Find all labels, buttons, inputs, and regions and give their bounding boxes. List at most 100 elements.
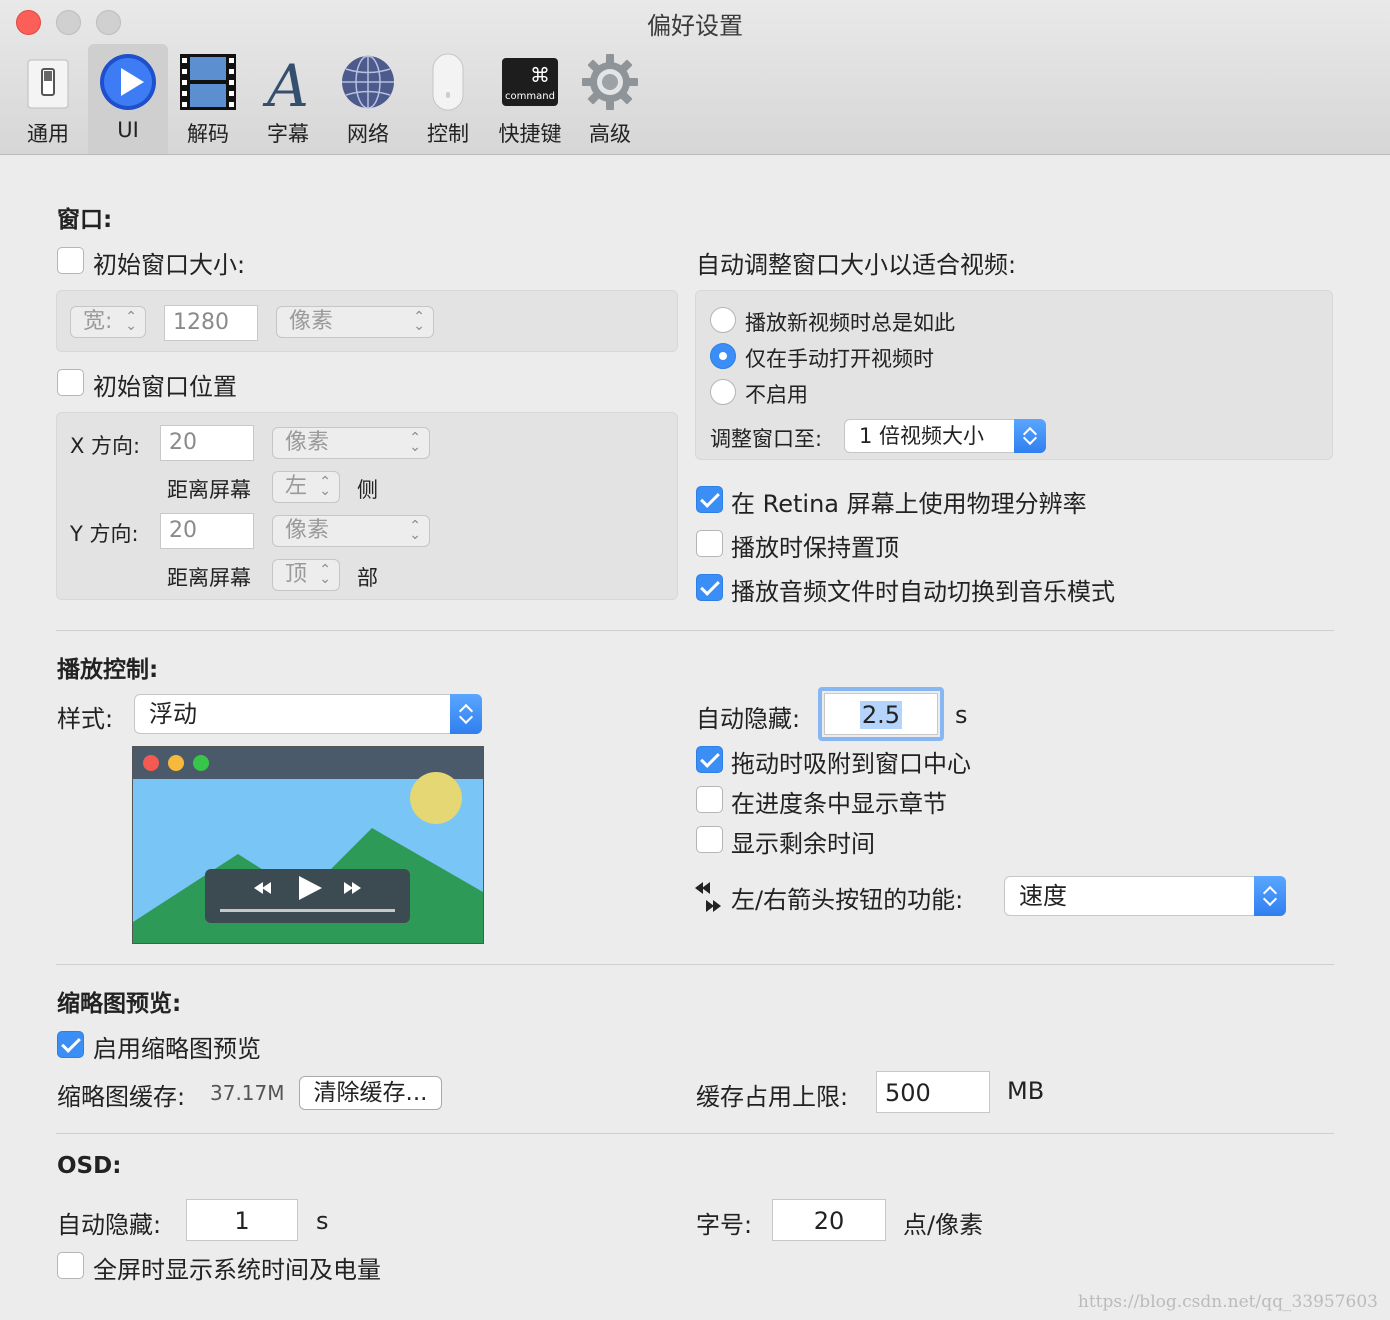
film-icon xyxy=(180,54,236,110)
x-side-select[interactable]: 左 ⌃ ⌄ xyxy=(272,471,340,503)
tab-shortcuts[interactable]: ⌘ command 快捷键 xyxy=(490,44,570,154)
osd-autohide-unit: s xyxy=(316,1207,329,1235)
osd-autohide-input[interactable]: 1 xyxy=(186,1199,298,1241)
y-side-select[interactable]: 顶 ⌃ ⌄ xyxy=(272,559,340,591)
show-chapters-label: 在进度条中显示章节 xyxy=(731,790,947,818)
y-position-input[interactable]: 20 xyxy=(160,513,254,549)
tab-ui[interactable]: UI xyxy=(88,44,168,154)
updown-chevron-icon: ⌃ ⌄ xyxy=(409,430,421,455)
resize-to-label: 调整窗口至: xyxy=(710,427,823,451)
title-bar: 偏好设置 通用 UI 解码 A 字幕 网络 控制 ⌘ command 快捷键 高… xyxy=(0,0,1390,155)
updown-chevron-icon: ⌃ ⌄ xyxy=(319,562,331,587)
updown-chevron-icon xyxy=(1254,876,1286,916)
osd-font-size-label: 字号: xyxy=(696,1211,753,1239)
fullscreen-clock-checkbox[interactable] xyxy=(57,1252,84,1279)
enable-thumbnail-label: 启用缩略图预览 xyxy=(93,1035,261,1063)
y-unit-select[interactable]: 像素 ⌃ ⌄ xyxy=(272,515,430,547)
initial-size-label: 初始窗口大小: xyxy=(93,251,246,279)
osd-font-size-unit: 点/像素 xyxy=(903,1211,984,1239)
divider xyxy=(56,1133,1334,1134)
cache-limit-unit: MB xyxy=(1007,1077,1045,1105)
y-from-label: 距离屏幕 xyxy=(167,566,251,590)
cache-limit-label: 缓存占用上限: xyxy=(696,1083,849,1111)
command-key-icon: ⌘ command xyxy=(502,58,558,106)
gear-icon xyxy=(582,54,638,110)
command-key-text: command xyxy=(505,91,555,102)
initial-size-checkbox[interactable] xyxy=(57,247,84,274)
radio-always-label: 播放新视频时总是如此 xyxy=(745,311,955,335)
radio-always[interactable] xyxy=(710,307,736,333)
font-icon: A xyxy=(262,52,309,112)
updown-chevron-icon xyxy=(450,694,482,734)
style-select[interactable]: 浮动 xyxy=(134,694,482,734)
x-direction-label: X 方向: xyxy=(70,434,141,458)
switch-icon xyxy=(27,59,69,109)
thumbnail-cache-size: 37.17M xyxy=(210,1081,285,1105)
x-unit-value: 像素 xyxy=(285,430,330,455)
divider xyxy=(56,630,1334,631)
osd-font-size-input[interactable]: 20 xyxy=(772,1199,886,1241)
updown-chevron-icon: ⌃ ⌄ xyxy=(319,474,331,499)
divider xyxy=(56,964,1334,965)
clear-cache-button[interactable]: 清除缓存... xyxy=(299,1076,442,1110)
initial-width-input[interactable]: 1280 xyxy=(164,305,258,341)
updown-chevron-icon: ⌃ ⌄ xyxy=(413,309,425,334)
y-direction-label: Y 方向: xyxy=(70,522,139,546)
radio-manual-open[interactable] xyxy=(710,343,736,369)
osd-heading: OSD: xyxy=(57,1153,122,1179)
y-unit-value: 像素 xyxy=(285,518,330,543)
initial-position-checkbox[interactable] xyxy=(57,369,84,396)
x-side-value: 左 xyxy=(285,474,308,499)
arrow-function-select[interactable]: 速度 xyxy=(1004,876,1286,916)
tab-network[interactable]: 网络 xyxy=(328,44,408,154)
show-chapters-checkbox[interactable] xyxy=(696,786,723,813)
x-suffix-label: 侧 xyxy=(357,478,378,502)
radio-disabled[interactable] xyxy=(710,379,736,405)
initial-position-label: 初始窗口位置 xyxy=(93,373,237,401)
tab-subtitles[interactable]: A 字幕 xyxy=(248,44,328,154)
size-unit-select[interactable]: 像素 ⌃ ⌄ xyxy=(276,306,434,338)
playback-heading: 播放控制: xyxy=(57,657,159,683)
cache-limit-input[interactable]: 500 xyxy=(876,1071,990,1113)
keep-on-top-checkbox[interactable] xyxy=(696,530,723,557)
music-mode-label: 播放音频文件时自动切换到音乐模式 xyxy=(731,578,1115,606)
window-heading: 窗口: xyxy=(57,207,113,233)
keep-on-top-label: 播放时保持置顶 xyxy=(731,534,899,562)
updown-chevron-icon: ⌃ ⌄ xyxy=(125,309,137,334)
tab-general[interactable]: 通用 xyxy=(8,44,88,154)
tab-label: 高级 xyxy=(589,122,631,146)
command-symbol: ⌘ xyxy=(530,63,550,87)
auto-resize-label: 自动调整窗口大小以适合视频: xyxy=(696,251,1017,279)
retina-checkbox[interactable] xyxy=(696,486,723,513)
osc-preview-image xyxy=(132,746,484,944)
dimension-select-value: 宽: xyxy=(83,309,113,334)
arrow-function-value: 速度 xyxy=(1019,882,1067,910)
tab-advanced[interactable]: 高级 xyxy=(570,44,650,154)
remaining-time-checkbox[interactable] xyxy=(696,826,723,853)
snap-center-checkbox[interactable] xyxy=(696,746,723,773)
globe-icon xyxy=(342,55,394,109)
watermark: https://blog.csdn.net/qq_33957603 xyxy=(1077,1292,1378,1312)
updown-chevron-icon: ⌃ ⌄ xyxy=(409,518,421,543)
enable-thumbnail-checkbox[interactable] xyxy=(57,1031,84,1058)
osc-autohide-unit: s xyxy=(955,701,968,729)
radio-disabled-label: 不启用 xyxy=(745,383,808,407)
size-unit-value: 像素 xyxy=(289,309,334,334)
y-side-value: 顶 xyxy=(285,562,308,587)
remaining-time-label: 显示剩余时间 xyxy=(731,830,875,858)
music-mode-checkbox[interactable] xyxy=(696,574,723,601)
tab-control[interactable]: 控制 xyxy=(408,44,488,154)
updown-chevron-icon xyxy=(1014,419,1046,453)
osd-autohide-label: 自动隐藏: xyxy=(57,1211,162,1239)
window-title: 偏好设置 xyxy=(647,12,743,40)
x-position-input[interactable]: 20 xyxy=(160,425,254,461)
mouse-icon xyxy=(432,53,464,111)
osc-autohide-input[interactable]: 2.5 xyxy=(824,693,938,735)
dimension-select[interactable]: 宽: ⌃ ⌄ xyxy=(70,306,146,338)
tab-decode[interactable]: 解码 xyxy=(168,44,248,154)
resize-to-select[interactable]: 1 倍视频大小 xyxy=(844,419,1046,453)
fullscreen-clock-label: 全屏时显示系统时间及电量 xyxy=(93,1256,381,1284)
style-label: 样式: xyxy=(57,705,114,733)
y-suffix-label: 部 xyxy=(357,566,378,590)
x-unit-select[interactable]: 像素 ⌃ ⌄ xyxy=(272,427,430,459)
